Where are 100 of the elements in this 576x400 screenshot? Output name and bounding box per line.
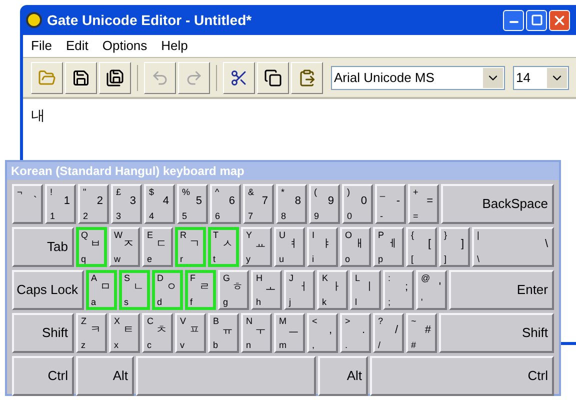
- keyboard-key[interactable]: BackSpace: [441, 184, 554, 224]
- lower-character: a: [91, 297, 96, 307]
- keyboard-key[interactable]: & 7 7: [243, 184, 274, 224]
- lower-character: v: [180, 340, 184, 350]
- key-character: ㅂ: [90, 238, 101, 251]
- keyboard-key[interactable]: U u ㅕ: [274, 227, 305, 267]
- shift-character: %: [182, 187, 190, 197]
- menu-item[interactable]: Edit: [66, 36, 88, 56]
- font-dropdown[interactable]: Arial Unicode MS: [331, 66, 505, 90]
- keyboard-key[interactable]: % 5 5: [177, 184, 208, 224]
- keyboard-key[interactable]: : ; ;: [383, 270, 414, 310]
- keyboard-key[interactable]: " 2 2: [78, 184, 109, 224]
- lower-character: 4: [149, 211, 154, 221]
- keyboard-key[interactable]: C c ㅊ: [142, 313, 173, 353]
- menu-item[interactable]: File: [31, 36, 52, 56]
- lower-character: 8: [281, 211, 286, 221]
- keyboard-key[interactable]: $ 4 4: [144, 184, 175, 224]
- lower-character: e: [147, 254, 152, 264]
- keyboard-key[interactable]: } ] ]: [439, 227, 470, 267]
- menu-item[interactable]: Help: [161, 36, 188, 56]
- keyboard-key[interactable]: I i ㅑ: [307, 227, 338, 267]
- keyboard-key[interactable]: Y y ㅛ: [241, 227, 272, 267]
- keyboard-key[interactable]: R r ㄱ: [175, 227, 206, 267]
- keyboard-key[interactable]: ! 1 1: [45, 184, 76, 224]
- keyboard-key[interactable]: Q q ㅂ: [76, 227, 107, 267]
- shift-character: C: [147, 316, 154, 326]
- keyboard-key[interactable]: O o ㅐ: [340, 227, 371, 267]
- toolbar-button[interactable]: [223, 62, 255, 94]
- keyboard-key[interactable]: + = =: [408, 184, 439, 224]
- toolbar-button[interactable]: [65, 62, 97, 94]
- keyboard-key[interactable]: Enter: [449, 270, 554, 310]
- maximize-button[interactable]: [526, 10, 547, 30]
- keyboard-key[interactable]: Alt: [76, 356, 134, 396]
- lower-character: s: [124, 297, 128, 307]
- keyboard-key[interactable]: K k ㅏ: [317, 270, 348, 310]
- keyboard-key[interactable]: £ 3 3: [111, 184, 142, 224]
- keyboard-key[interactable]: P p ㅔ: [373, 227, 404, 267]
- minimize-button[interactable]: [503, 10, 524, 30]
- key-character: 9: [328, 195, 334, 208]
- keyboard-key[interactable]: Caps Lock: [12, 270, 84, 310]
- keyboard-key[interactable]: X x ㅌ: [109, 313, 140, 353]
- shift-character: Y: [246, 230, 252, 240]
- lower-character: f: [190, 297, 193, 307]
- keyboard-key[interactable]: > . .: [340, 313, 371, 353]
- keyboard-key[interactable]: S s ㄴ: [119, 270, 150, 310]
- keyboard-key[interactable]: G g ㅎ: [218, 270, 249, 310]
- shift-character: B: [213, 316, 220, 326]
- keyboard-key[interactable]: Tab: [12, 227, 74, 267]
- keyboard-key[interactable]: ? / /: [373, 313, 404, 353]
- keyboard-key[interactable]: Z z ㅋ: [76, 313, 107, 353]
- toolbar-button[interactable]: [257, 62, 289, 94]
- keyboard-key[interactable]: { [ [: [406, 227, 437, 267]
- keyboard-key[interactable]: | \ \: [472, 227, 554, 267]
- lower-character: #: [411, 340, 416, 350]
- keyboard-key[interactable]: E e ㄷ: [142, 227, 173, 267]
- keyboard-key[interactable]: M m ㅡ: [274, 313, 305, 353]
- lower-character: ': [421, 297, 423, 307]
- toolbar-button[interactable]: [99, 62, 131, 94]
- keyboard-key[interactable]: Shift: [439, 313, 554, 353]
- keyboard-key[interactable]: ) 0 0: [342, 184, 373, 224]
- lower-character: p: [378, 254, 384, 264]
- toolbar-button[interactable]: [291, 62, 323, 94]
- keyboard-key[interactable]: N n ㅜ: [241, 313, 272, 353]
- shift-character: N: [246, 316, 252, 326]
- shift-character: U: [279, 230, 286, 240]
- keyboard-key[interactable]: J j ㅓ: [284, 270, 315, 310]
- keyboard-key[interactable]: ~ # #: [406, 313, 437, 353]
- key-character: ㅑ: [321, 238, 332, 251]
- floppy-disks-icon: [106, 68, 124, 86]
- keyboard-key[interactable]: < , ,: [307, 313, 338, 353]
- keyboard-key[interactable]: A a ㅁ: [86, 270, 117, 310]
- keyboard-key[interactable]: @ ' ': [416, 270, 447, 310]
- keyboard-key[interactable]: Ctrl: [12, 356, 74, 396]
- keyboard-key[interactable]: Ctrl: [370, 356, 554, 396]
- keyboard-key[interactable]: ^ 6 6: [210, 184, 241, 224]
- keyboard-key[interactable]: F f ㄹ: [185, 270, 216, 310]
- keyboard-key[interactable]: ¬ `: [12, 184, 43, 224]
- lower-character: q: [81, 254, 86, 264]
- keyboard-key[interactable]: V v ㅍ: [175, 313, 206, 353]
- keyboard-key[interactable]: ( 9 9: [309, 184, 340, 224]
- key-character: ㅋ: [90, 324, 101, 337]
- menu-item[interactable]: Options: [102, 36, 148, 56]
- lower-character: .: [345, 340, 348, 350]
- keyboard-key[interactable]: Shift: [12, 313, 74, 353]
- key-character: ㅕ: [288, 238, 299, 251]
- keyboard-key[interactable]: H h ㅗ: [251, 270, 282, 310]
- lower-character: -: [380, 211, 383, 221]
- keyboard-key[interactable]: * 8 8: [276, 184, 307, 224]
- space-bar-key[interactable]: [136, 356, 316, 396]
- keyboard-key[interactable]: Alt: [318, 356, 368, 396]
- key-character: ㅈ: [123, 238, 134, 251]
- keyboard-key[interactable]: T t ㅅ: [208, 227, 239, 267]
- keyboard-key[interactable]: D d ㅇ: [152, 270, 183, 310]
- keyboard-key[interactable]: _ - -: [375, 184, 406, 224]
- close-button[interactable]: [549, 10, 570, 30]
- keyboard-key[interactable]: L l ㅣ: [350, 270, 381, 310]
- key-character: ㅁ: [100, 281, 111, 294]
- font-size-dropdown[interactable]: 14: [513, 66, 569, 90]
- keyboard-key[interactable]: W w ㅈ: [109, 227, 140, 267]
- keyboard-key[interactable]: B b ㅠ: [208, 313, 239, 353]
